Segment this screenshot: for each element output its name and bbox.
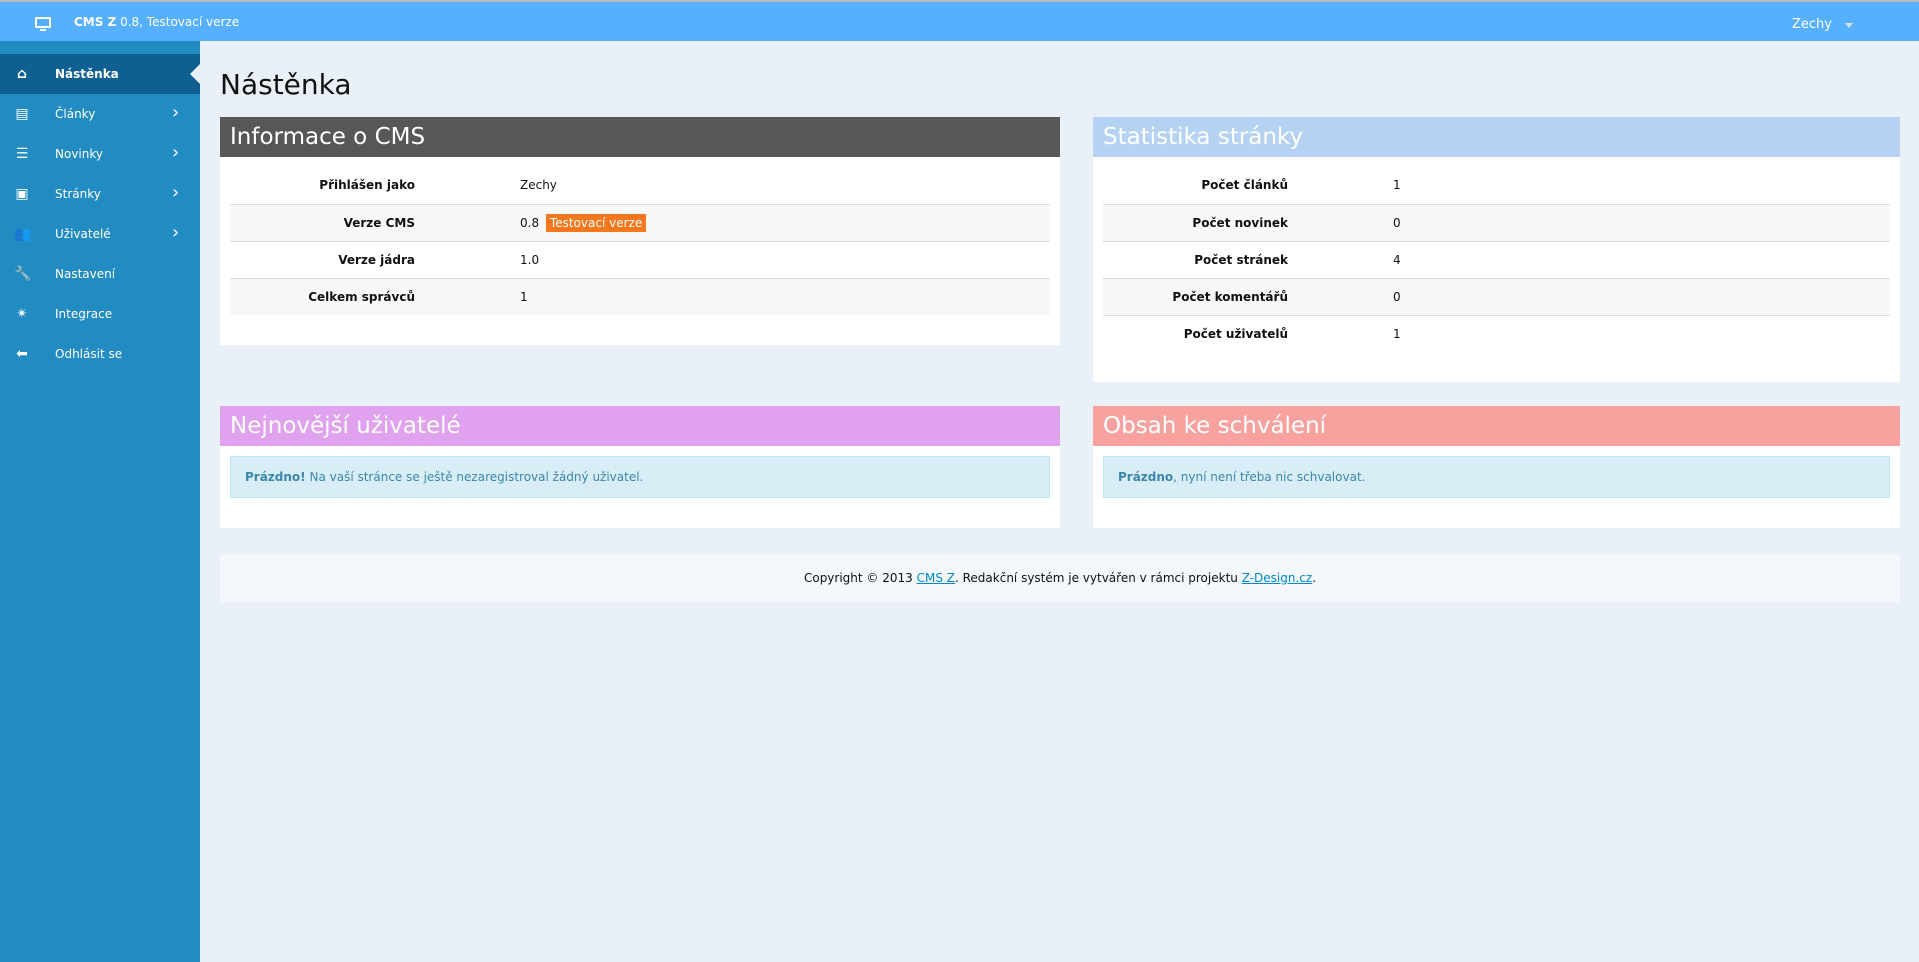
sidebar: ⌂ Nástěnka ▤ Články › ☰ Novinky › ▣ Stránky › 👥 Uživ… [0,41,200,962]
wrench-icon: 🔧 [14,266,32,282]
sidebar-item-label: Nástěnka [55,67,119,81]
sidebar-item-4[interactable]: 👥 Uživatelé › [0,214,200,254]
row-value: 1 [1393,178,1401,193]
table-row: Počet komentářů 0 [1103,277,1890,315]
newest-users-panel: Nejnovější uživatelé Prázdno! Na vaší st… [220,406,1060,528]
chevron-right-icon[interactable]: › [172,182,179,203]
sidebar-item-1[interactable]: ▤ Články › [0,94,200,134]
sidebar-item-label: Články [55,107,96,121]
panel-header: Statistika stránky [1093,117,1900,157]
top-bar: CMS Z 0.8, Testovací verze Zechy [0,0,1919,41]
stats-table: Počet článků 1 Počet novinek 0 Počet stránek… [1103,167,1890,352]
magic-icon: ✴ [16,306,28,322]
row-value: 0 [1333,203,1890,241]
sidebar-item-7[interactable]: ⬅ Odhlásit se [0,334,200,374]
row-label: Počet stránek [1103,240,1333,278]
table-row: Verze CMS 0.8 Testovací verze [230,203,1050,241]
sidebar-item-label: Nastavení [55,267,116,281]
page-title: Nástěnka [220,68,352,101]
row-value: 1 [460,277,1050,315]
home-icon: ⌂ [16,66,28,82]
monitor-icon [35,17,51,31]
sidebar-item-2[interactable]: ☰ Novinky › [0,134,200,174]
row-label: Počet článků [1201,178,1288,193]
row-value: 0 [1333,277,1890,315]
empty-alert: Prázdno! Na vaší stránce se ještě nezare… [230,456,1050,498]
sidebar-item-3[interactable]: ▣ Stránky › [0,174,200,214]
sidebar-item-label: Odhlásit se [55,347,123,361]
sidebar-item-label: Uživatelé [55,227,111,241]
footer: Copyright © 2013 CMS Z. Redakční systém … [220,554,1900,602]
table-row: Verze jádra 1.0 [230,240,1050,278]
table-row: Počet stránek 4 [1103,240,1890,278]
caret-down-icon[interactable] [1845,23,1853,28]
chevron-right-icon[interactable]: › [172,102,179,123]
info-panel: Informace o CMS Přihlášen jako Zechy Verze… [220,117,1060,345]
sidebar-item-label: Novinky [55,147,103,161]
row-label: Celkem správců [230,277,460,315]
sidebar-item-0[interactable]: ⌂ Nástěnka [0,54,200,94]
row-label: Počet uživatelů [1103,314,1333,352]
row-label: Počet komentářů [1103,277,1333,315]
table-row: Počet uživatelů 1 [1103,314,1890,352]
arrow-left-icon: ⬅ [16,346,28,362]
row-value: 4 [1333,240,1890,278]
test-version-badge: Testovací verze [545,213,647,232]
user-menu[interactable]: Zechy [1792,17,1832,32]
chevron-right-icon[interactable]: › [172,222,179,243]
row-label: Verze jádra [230,240,460,278]
list-icon: ☰ [15,146,29,162]
row-value: 0.8 Testovací verze [460,203,1050,241]
sidebar-item-6[interactable]: ✴ Integrace [0,294,200,334]
row-label: Počet novinek [1103,203,1333,241]
stats-panel: Statistika stránky Počet článků 1 Počet no… [1093,117,1900,382]
cms-z-link[interactable]: CMS Z [917,571,955,585]
row-label: Verze CMS [230,203,460,241]
chevron-right-icon[interactable]: › [172,142,179,163]
app-title: CMS Z 0.8, Testovací verze [74,15,240,29]
row-value: Zechy [520,178,557,193]
row-value: 1.0 [460,240,1050,278]
z-design-link[interactable]: Z-Design.cz [1242,571,1312,585]
table-row: Celkem správců 1 [230,277,1050,315]
row-label: Přihlášen jako [319,178,415,193]
table-row: Přihlášen jako Zechy [230,167,1050,204]
articles-icon: ▤ [15,106,29,122]
table-row: Počet článků 1 [1103,167,1890,204]
panel-header: Obsah ke schválení [1093,406,1900,446]
sidebar-item-5[interactable]: 🔧 Nastavení [0,254,200,294]
info-table: Přihlášen jako Zechy Verze CMS 0.8 Testovac… [230,167,1050,315]
row-value: 1 [1333,314,1890,352]
table-row: Počet novinek 0 [1103,203,1890,241]
panel-header: Nejnovější uživatelé [220,406,1060,446]
sidebar-item-label: Stránky [55,187,101,201]
empty-alert: Prázdno, nyní není třeba nic schvalovat. [1103,456,1890,498]
page-icon: ▣ [15,186,29,202]
approval-panel: Obsah ke schválení Prázdno, nyní není tř… [1093,406,1900,528]
users-icon: 👥 [14,226,32,242]
sidebar-item-label: Integrace [55,307,113,321]
panel-header: Informace o CMS [220,117,1060,157]
